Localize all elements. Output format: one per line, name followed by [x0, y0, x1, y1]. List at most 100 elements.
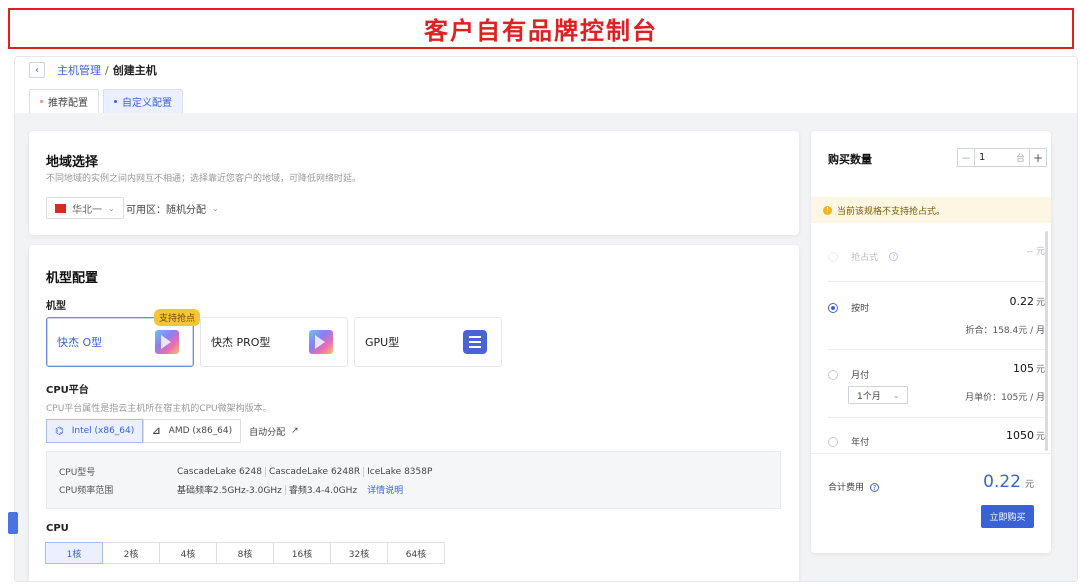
- purchase-panel: 购买数量 − 1 台 + ! 当前该规格不支持抢占式。 抢占式 ? -- 元 按…: [811, 131, 1051, 553]
- radio-button[interactable]: [828, 302, 838, 313]
- chevron-down-icon: ⌄: [108, 203, 115, 213]
- banner-title: 客户自有品牌控制台: [424, 17, 658, 45]
- billing-option-price: 105 元: [1013, 362, 1045, 375]
- side-expand-handle[interactable]: [8, 512, 18, 534]
- price-value: 0.22: [1009, 295, 1034, 308]
- monthly-unit-price: 月单价：105元 / 月: [965, 393, 1045, 403]
- detail-link[interactable]: 详情说明: [367, 483, 403, 496]
- tab-recommended[interactable]: 推荐配置: [29, 89, 99, 113]
- cpu-model-row: CPU型号 CascadeLake 6248 CascadeLake 6248R…: [59, 465, 432, 478]
- brand-banner: 客户自有品牌控制台: [8, 8, 1074, 49]
- divider: [363, 466, 365, 477]
- help-icon[interactable]: ?: [870, 483, 880, 492]
- back-button[interactable]: ‹: [29, 62, 45, 78]
- cpu-arch-selector: ⌬ Intel (x86_64) ⊿ AMD (x86_64) 自动分配 ↗: [46, 419, 299, 443]
- billing-option-monthly[interactable]: 月付 105 元: [828, 362, 1045, 383]
- radio-button[interactable]: [828, 436, 838, 447]
- intel-chip-icon: ⌬: [55, 425, 64, 437]
- cpu-base-freq: 基础频率2.5GHz-3.0GHz: [177, 486, 282, 496]
- help-icon: ?: [889, 252, 899, 261]
- core-option[interactable]: 16核: [273, 542, 331, 564]
- billing-option-hourly[interactable]: 按时 0.22 元: [828, 295, 1045, 316]
- machine-config-card: 机型配置 机型 快杰 O型 支持抢点 快杰 PRO型 GPU型 CPU平台 CP…: [29, 245, 799, 581]
- region-select-value: 华北一: [72, 204, 102, 216]
- breadcrumb-parent-link[interactable]: 主机管理: [57, 62, 101, 78]
- core-option[interactable]: 4核: [159, 542, 217, 564]
- chevron-down-icon: ⌄: [212, 203, 219, 213]
- scrollbar[interactable]: [1045, 231, 1048, 451]
- cpu-info-panel: CPU型号 CascadeLake 6248 CascadeLake 6248R…: [46, 451, 781, 509]
- month-duration-value: 1个月: [857, 391, 881, 402]
- divider: [828, 417, 1045, 418]
- tab-dot-icon: [114, 100, 117, 103]
- machine-type-label: 快杰 PRO型: [211, 336, 271, 349]
- zone-label: 可用区：随机分配: [126, 204, 206, 216]
- total-price: 0.22 元: [983, 472, 1034, 492]
- total-label-text: 合计费用: [828, 483, 865, 493]
- divider: [828, 349, 1045, 350]
- billing-option-price: -- 元: [1026, 247, 1045, 257]
- core-option[interactable]: 32核: [330, 542, 388, 564]
- spot-support-badge: 支持抢点: [154, 309, 201, 326]
- cpu-model-key: CPU型号: [59, 468, 96, 478]
- arch-option-amd[interactable]: ⊿ AMD (x86_64): [143, 419, 242, 443]
- cpu-label: CPU: [46, 523, 69, 534]
- increment-button[interactable]: +: [1029, 148, 1047, 167]
- region-desc: 不同地域的实例之间内网互不相通；选择靠近您客户的地域，可降低网络时延。: [46, 174, 362, 184]
- buy-now-button[interactable]: 立即购买: [981, 505, 1034, 528]
- price-value: 1050: [1005, 429, 1034, 442]
- prism-icon: [155, 330, 179, 354]
- quantity-input[interactable]: 1 台: [975, 148, 1029, 167]
- cpu-turbo-freq: 睿频3.4-4.0GHz: [288, 486, 358, 496]
- region-card: 地域选择 不同地域的实例之间内网互不相通；选择靠近您客户的地域，可降低网络时延。…: [29, 131, 799, 235]
- external-link-icon[interactable]: ↗: [291, 426, 299, 436]
- radio-button: [828, 251, 838, 262]
- machine-title: 机型配置: [46, 271, 99, 286]
- breadcrumb-separator: /: [105, 63, 109, 77]
- month-duration-select[interactable]: 1个月 ⌄: [848, 386, 908, 404]
- machine-type-option[interactable]: 快杰 PRO型: [200, 317, 348, 367]
- core-option[interactable]: 8核: [216, 542, 274, 564]
- zone-select[interactable]: 可用区：随机分配 ⌄: [126, 197, 219, 219]
- cpu-freq-row: CPU频率范围 基础频率2.5GHz-3.0GHz 睿频3.4-4.0GHz 详…: [59, 483, 403, 496]
- core-option[interactable]: 2核: [102, 542, 160, 564]
- machine-type-label: 机型: [46, 301, 66, 312]
- billing-option-label: 月付: [851, 371, 870, 381]
- console-window: ‹ 主机管理 / 创建主机 推荐配置 自定义配置 地域选择 不同地域的实例之间内…: [14, 56, 1078, 582]
- breadcrumb: ‹ 主机管理 / 创建主机: [29, 62, 157, 78]
- cpu-freq-key: CPU频率范围: [59, 486, 114, 496]
- core-option[interactable]: 1核: [45, 542, 103, 564]
- region-title: 地域选择: [46, 155, 99, 170]
- quantity-stepper: − 1 台 +: [957, 148, 1047, 167]
- spot-warning: ! 当前该规格不支持抢占式。: [811, 197, 1051, 223]
- radio-button[interactable]: [828, 369, 838, 380]
- warning-icon: !: [823, 205, 832, 215]
- china-flag-icon: [55, 203, 66, 213]
- divider: [284, 484, 286, 495]
- arch-label: Intel (x86_64): [71, 426, 135, 436]
- core-option[interactable]: 64核: [387, 542, 445, 564]
- total-section: 合计费用? 0.22 元 立即购买: [811, 453, 1051, 553]
- cpu-model-value: CascadeLake 6248: [177, 466, 262, 477]
- warning-text: 当前该规格不支持抢占式。: [837, 206, 946, 217]
- decrement-button[interactable]: −: [957, 148, 975, 167]
- machine-type-option[interactable]: GPU型: [354, 317, 502, 367]
- price-unit: 元: [1035, 432, 1045, 442]
- tab-label: 推荐配置: [48, 98, 88, 109]
- machine-type-label: 快杰 O型: [57, 336, 103, 349]
- billing-option-price: 0.22 元: [1009, 295, 1045, 308]
- total-price-unit: 元: [1024, 480, 1034, 490]
- tab-custom[interactable]: 自定义配置: [103, 89, 183, 113]
- cpu-model-value: IceLake 8358P: [367, 466, 433, 477]
- billing-option-label: 年付: [851, 438, 870, 448]
- billing-option-label: 按时: [851, 304, 870, 314]
- machine-type-label: GPU型: [365, 336, 400, 349]
- price-unit: 元: [1035, 298, 1045, 308]
- auto-assign-label[interactable]: 自动分配: [249, 425, 285, 438]
- arch-label: AMD (x86_64): [168, 426, 233, 436]
- region-select[interactable]: 华北一 ⌄: [46, 197, 124, 219]
- amd-logo-icon: ⊿: [152, 425, 161, 437]
- arch-option-intel[interactable]: ⌬ Intel (x86_64): [46, 419, 144, 443]
- divider: [828, 281, 1045, 282]
- billing-option-yearly[interactable]: 年付 1050 元: [828, 429, 1045, 450]
